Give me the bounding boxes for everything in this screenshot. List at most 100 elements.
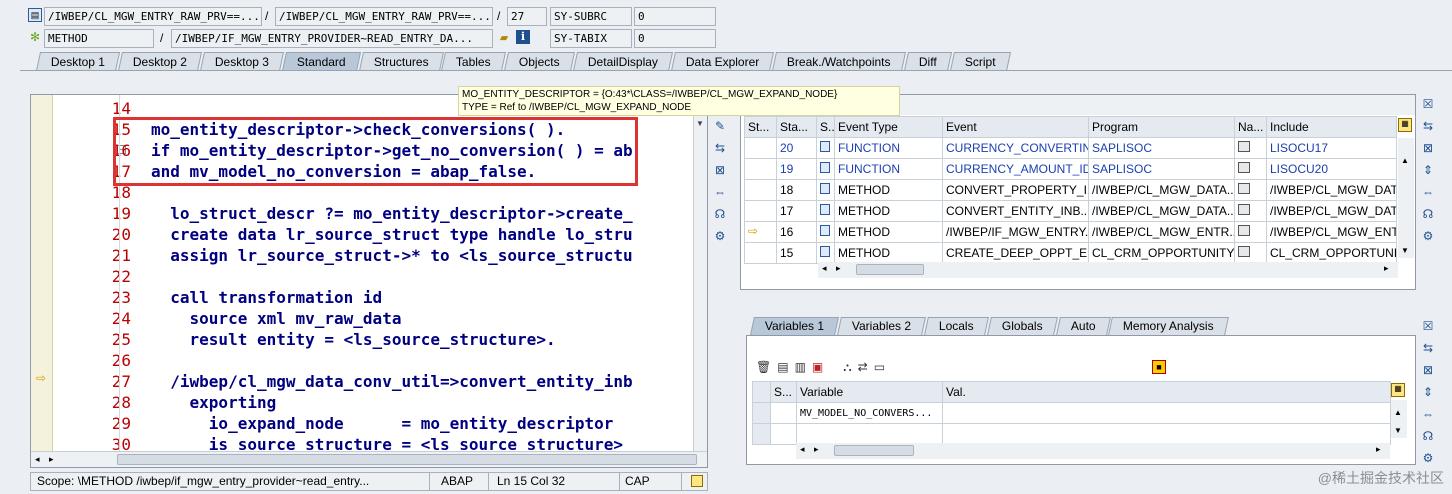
swap-icon[interactable]: ⇆	[1420, 118, 1436, 134]
scroll-left-icon[interactable]: ◂	[35, 454, 40, 465]
program-cell[interactable]: SAPLISOC	[1088, 137, 1235, 159]
variables-table[interactable]: S... Variable Val. MV_MODEL_NO_CONVERS...	[752, 381, 1391, 445]
navigate-icon[interactable]	[1234, 200, 1267, 222]
sysvar-value-1[interactable]: 0	[634, 7, 716, 26]
tab-desktop-1[interactable]: Desktop 1	[35, 52, 121, 71]
headset-icon[interactable]: ☊	[712, 206, 728, 222]
scroll-left-icon[interactable]: ◂	[800, 444, 805, 455]
tab-script[interactable]: Script	[949, 52, 1011, 71]
scroll-up-icon[interactable]: ▲	[1394, 408, 1402, 417]
services-icon[interactable]: ⚙	[712, 228, 728, 244]
tab-objects[interactable]: Objects	[504, 52, 575, 71]
close-panel-icon[interactable]: ☒	[1420, 318, 1436, 334]
maximize-icon[interactable]: ⊠	[1420, 140, 1436, 156]
column-header[interactable]: Program	[1088, 116, 1235, 138]
editor-vertical-scrollbar[interactable]: ▼	[693, 95, 707, 451]
column-header[interactable]: S...	[770, 381, 797, 403]
callstack-row[interactable]: 18 METHOD CONVERT_PROPERTY_I.../IWBEP/CL_M…	[744, 179, 1397, 201]
variable-row[interactable]: MV_MODEL_NO_CONVERS...	[752, 402, 1391, 424]
event-name-field[interactable]: /IWBEP/IF_MGW_ENTRY_PROVIDER~READ_ENTRY_…	[171, 29, 493, 48]
transfer-icon[interactable]: ⇄	[858, 360, 868, 376]
scroll-left-icon[interactable]: ◂	[822, 263, 827, 274]
sysvar-value-2[interactable]: 0	[634, 29, 716, 48]
variable-name-cell[interactable]: MV_MODEL_NO_CONVERS...	[796, 402, 943, 424]
variable-value-cell[interactable]	[942, 402, 1391, 424]
sysvar-name-2[interactable]: SY-TABIX	[550, 29, 632, 48]
navigate-icon[interactable]	[1234, 158, 1267, 180]
include-cell[interactable]: LISOCU17	[1266, 137, 1397, 159]
include-cell[interactable]: LISOCU20	[1266, 158, 1397, 180]
code-line[interactable]: lo_struct_descr ?= mo_entity_descriptor-…	[151, 203, 632, 224]
scroll-right-icon[interactable]: ▸	[49, 454, 54, 465]
tab-structures[interactable]: Structures	[358, 52, 444, 71]
callstack-row[interactable]: 17 METHOD CONVERT_ENTITY_INB.../IWBEP/CL_M…	[744, 200, 1397, 222]
scroll-down-icon[interactable]: ▼	[1401, 246, 1409, 255]
var-tab-memory-analysis[interactable]: Memory Analysis	[1108, 317, 1229, 335]
code-line[interactable]: create data lr_source_struct type handle…	[151, 224, 632, 245]
program-cell[interactable]: SAPLISOC	[1088, 158, 1235, 180]
code-line[interactable]: /iwbep/cl_mgw_data_conv_util=>convert_en…	[151, 371, 632, 392]
tab-data-explorer[interactable]: Data Explorer	[670, 52, 775, 71]
variable-name-cell[interactable]	[796, 423, 943, 445]
scroll-right-icon[interactable]: ▸	[814, 444, 819, 455]
include-field[interactable]: /IWBEP/CL_MGW_ENTRY_RAW_PRV==...	[275, 7, 493, 26]
event-cell[interactable]: CURRENCY_CONVERTIN...	[942, 137, 1089, 159]
tab-diff[interactable]: Diff	[903, 52, 952, 71]
tab-tables[interactable]: Tables	[441, 52, 507, 71]
scroll-thumb[interactable]	[117, 454, 697, 465]
column-header[interactable]: Event Type	[834, 116, 943, 138]
scroll-thumb[interactable]	[834, 445, 914, 456]
copy-icon[interactable]: ▥	[795, 360, 806, 376]
column-header[interactable]: St...	[744, 116, 777, 138]
var-tab-globals[interactable]: Globals	[987, 317, 1058, 335]
column-header[interactable]: Variable	[796, 381, 943, 403]
resize-icon[interactable]: ⇔	[1420, 184, 1436, 200]
column-header[interactable]: S...	[816, 116, 835, 138]
maximize-icon[interactable]: ⊠	[1420, 362, 1436, 378]
code-line[interactable]: assign lr_source_struct->* to <ls_source…	[151, 245, 632, 266]
open-icon[interactable]: ▰	[497, 31, 511, 45]
code-line[interactable]: source xml mv_raw_data	[151, 308, 402, 329]
var-tab-variables-1[interactable]: Variables 1	[750, 317, 840, 335]
swap-icon[interactable]: ⇆	[712, 140, 728, 156]
var-tab-variables-2[interactable]: Variables 2	[837, 317, 927, 335]
resize-icon[interactable]: ⇔	[1420, 406, 1436, 422]
callstack-row[interactable]: 16 METHOD/IWBEP/IF_MGW_ENTRY.../IWBEP/CL_…	[744, 221, 1397, 243]
info-icon[interactable]: i	[516, 30, 530, 44]
editor-horizontal-scrollbar[interactable]: ◂ ▸	[31, 451, 707, 467]
line-field[interactable]: 27	[507, 7, 547, 26]
code-line[interactable]: exporting	[151, 392, 277, 413]
save-layout-icon[interactable]: ▣	[812, 360, 823, 376]
scroll-thumb[interactable]	[856, 264, 924, 275]
variables-vscroll[interactable]: ▲ ▼	[1391, 400, 1407, 438]
column-header[interactable]: Include	[1266, 116, 1397, 138]
callstack-vscroll[interactable]: ▲ ▼	[1398, 138, 1414, 258]
column-header[interactable]: Event	[942, 116, 1089, 138]
close-panel-icon[interactable]: ☒	[1420, 96, 1436, 112]
scroll-right-end-icon[interactable]: ▸	[1384, 263, 1389, 274]
notes-icon[interactable]	[691, 475, 703, 487]
var-tab-auto[interactable]: Auto	[1055, 317, 1111, 335]
resize-vertical-icon[interactable]: ⇕	[1420, 162, 1436, 178]
scroll-right-end-icon[interactable]: ▸	[1376, 444, 1381, 455]
code-line[interactable]: is_source_structure = <ls_source_structu…	[151, 434, 623, 451]
insert-icon[interactable]: ▤	[777, 360, 788, 376]
scroll-down-icon[interactable]: ▼	[1394, 426, 1402, 435]
callstack-row[interactable]: 19 FUNCTION CURRENCY_AMOUNT_ID... SAPLISOC L…	[744, 158, 1397, 180]
variables-layout-icon[interactable]: ▦	[1391, 383, 1405, 397]
navigate-icon[interactable]	[1234, 221, 1267, 243]
code-line[interactable]: io_expand_node = mo_entity_descriptor	[151, 413, 614, 434]
column-header[interactable]: Na...	[1234, 116, 1267, 138]
breakpoint-gutter[interactable]	[31, 95, 53, 467]
column-header[interactable]: Sta...	[776, 116, 817, 138]
tab-desktop-3[interactable]: Desktop 3	[200, 52, 285, 71]
save-variables-icon[interactable]: ■	[1152, 360, 1166, 374]
column-header[interactable]: Val.	[942, 381, 1391, 403]
callstack-hscroll[interactable]: ◂ ▸ ▸	[818, 262, 1398, 278]
callstack-table[interactable]: St...Sta...S...Event TypeEventProgramNa.…	[744, 116, 1397, 264]
navigate-icon[interactable]	[1234, 242, 1267, 264]
callstack-row[interactable]: 15 METHOD CREATE_DEEP_OPPT_E... CL_CRM_OPPO…	[744, 242, 1397, 264]
maximize-icon[interactable]: ⊠	[712, 162, 728, 178]
tab-standard[interactable]: Standard	[282, 52, 361, 71]
swap-icon[interactable]: ⇆	[1420, 340, 1436, 356]
